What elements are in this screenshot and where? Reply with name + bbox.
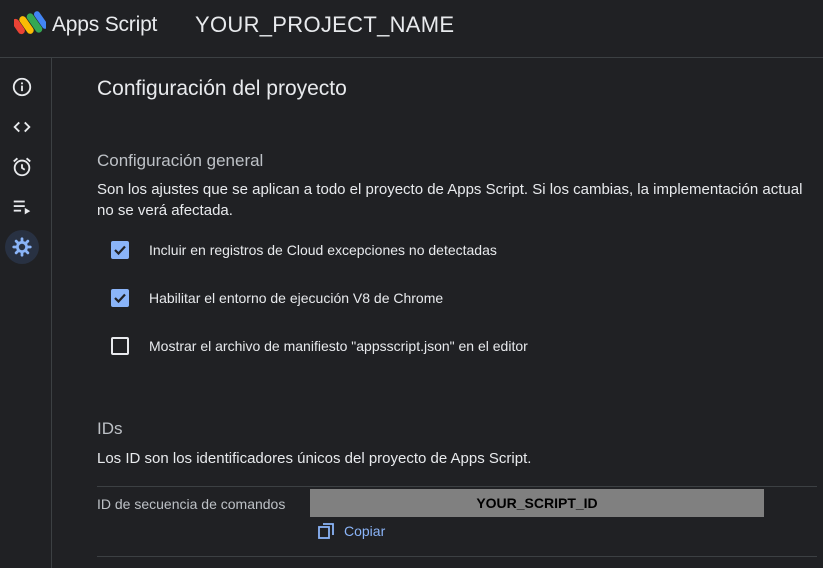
- sidebar-item-settings[interactable]: [5, 230, 39, 264]
- sidebar-item-executions[interactable]: [5, 190, 39, 224]
- option-show-manifest[interactable]: Mostrar el archivo de manifiesto "appssc…: [111, 335, 528, 357]
- option-show-manifest-label: Mostrar el archivo de manifiesto "appssc…: [149, 338, 528, 354]
- sidebar: [0, 58, 52, 568]
- script-id-label: ID de secuencia de comandos: [97, 496, 286, 512]
- copy-button-label: Copiar: [344, 523, 386, 539]
- checkmark-icon: [114, 293, 126, 304]
- executions-icon: [13, 200, 31, 215]
- option-cloud-logging-label: Incluir en registros de Cloud excepcione…: [149, 242, 497, 258]
- script-id-value[interactable]: YOUR_SCRIPT_ID: [310, 489, 764, 517]
- info-icon: [12, 77, 32, 97]
- checkmark-icon: [114, 245, 126, 256]
- option-cloud-logging[interactable]: Incluir en registros de Cloud excepcione…: [111, 239, 497, 261]
- sidebar-item-overview[interactable]: [5, 70, 39, 104]
- ids-description: Los ID son los identificadores únicos de…: [97, 450, 532, 467]
- checkbox-v8-runtime[interactable]: [111, 289, 129, 307]
- divider: [97, 486, 817, 487]
- app-name[interactable]: Apps Script: [52, 13, 157, 37]
- checkbox-cloud-logging[interactable]: [111, 241, 129, 259]
- general-settings-description: Son los ajustes que se aplican a todo el…: [97, 181, 803, 219]
- top-bar: Apps Script YOUR_PROJECT_NAME: [0, 0, 823, 58]
- project-name[interactable]: YOUR_PROJECT_NAME: [195, 12, 454, 38]
- option-v8-runtime-label: Habilitar el entorno de ejecución V8 de …: [149, 290, 444, 306]
- ids-heading: IDs: [97, 419, 123, 438]
- copy-button[interactable]: Copiar: [318, 521, 385, 541]
- sidebar-item-triggers[interactable]: [5, 150, 39, 184]
- general-settings-heading: Configuración general: [97, 151, 264, 170]
- apps-script-logo-icon[interactable]: [14, 11, 46, 39]
- page-title: Configuración del proyecto: [97, 77, 347, 100]
- sidebar-item-editor[interactable]: [5, 110, 39, 144]
- copy-icon: [318, 523, 334, 539]
- checkbox-show-manifest[interactable]: [111, 337, 129, 355]
- code-icon: [13, 121, 31, 133]
- divider: [97, 556, 817, 557]
- option-v8-runtime[interactable]: Habilitar el entorno de ejecución V8 de …: [111, 287, 443, 309]
- alarm-icon: [13, 157, 31, 177]
- gear-icon: [12, 237, 32, 257]
